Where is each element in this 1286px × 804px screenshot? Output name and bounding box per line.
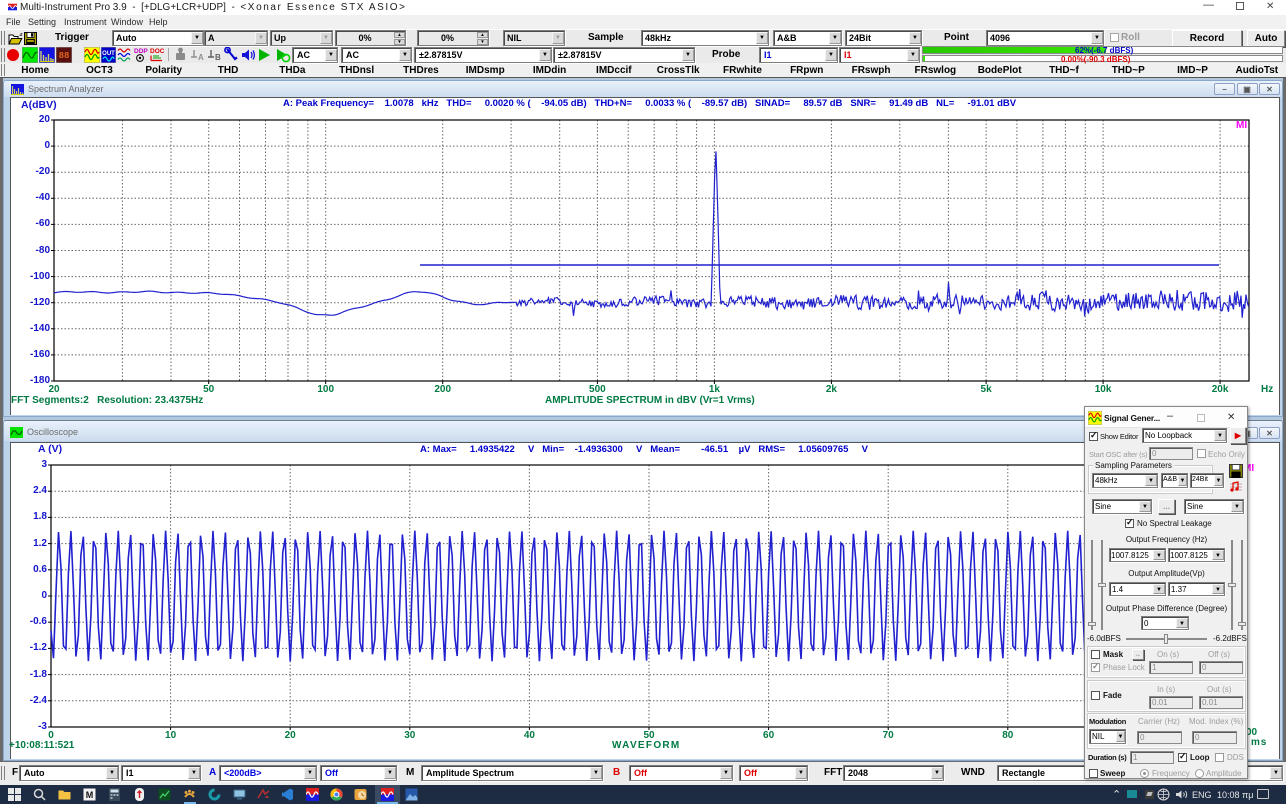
svg-text:DDP: DDP [134, 48, 148, 55]
svg-text:DOC: DOC [150, 48, 164, 55]
svg-text:M: M [86, 790, 94, 800]
svg-text:88: 88 [59, 51, 70, 61]
svg-text:B: B [215, 53, 221, 62]
svg-text:A: A [198, 53, 204, 62]
svg-text:OUT: OUT [102, 51, 115, 57]
